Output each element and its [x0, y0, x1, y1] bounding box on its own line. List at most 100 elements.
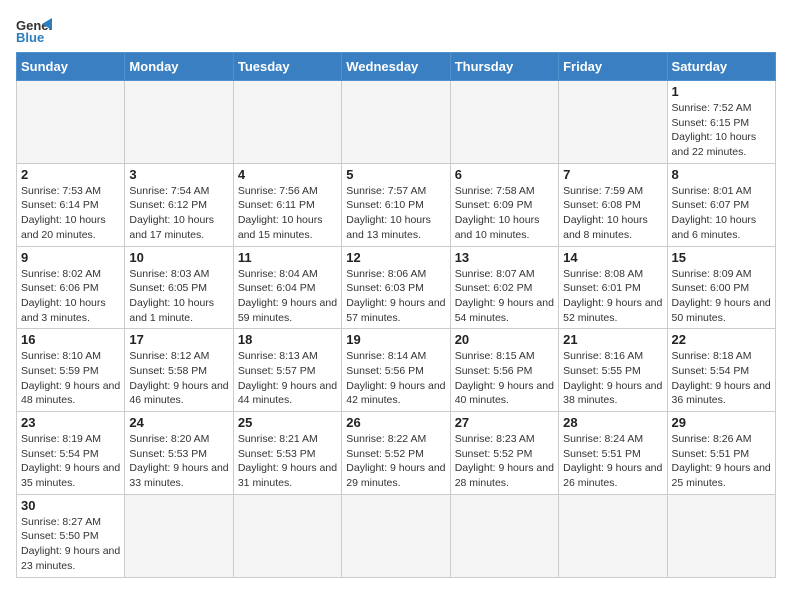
- calendar-cell: 5Sunrise: 7:57 AMSunset: 6:10 PMDaylight…: [342, 163, 450, 246]
- calendar-cell: 25Sunrise: 8:21 AMSunset: 5:53 PMDayligh…: [233, 412, 341, 495]
- day-number: 21: [563, 332, 662, 347]
- day-info: Sunrise: 8:04 AMSunset: 6:04 PMDaylight:…: [238, 267, 337, 326]
- day-number: 9: [21, 250, 120, 265]
- calendar-cell: 29 Sunrise: 8:26 AMSunset: 5:51 PMDayligh…: [667, 412, 775, 495]
- day-info: Sunrise: 8:01 AMSunset: 6:07 PMDaylight:…: [672, 184, 771, 243]
- day-info: Sunrise: 8:18 AMSunset: 5:54 PMDaylight:…: [672, 349, 771, 408]
- day-number: 6: [455, 167, 554, 182]
- day-info: Sunrise: 8:12 AMSunset: 5:58 PMDaylight:…: [129, 349, 228, 408]
- day-info: Sunrise: 7:59 AMSunset: 6:08 PMDaylight:…: [563, 184, 662, 243]
- calendar-cell: 30Sunrise: 8:27 AMSunset: 5:50 PMDayligh…: [17, 494, 125, 577]
- calendar-cell: [233, 81, 341, 164]
- day-number: 4: [238, 167, 337, 182]
- calendar-cell: 23 Sunrise: 8:19 AMSunset: 5:54 PMDayligh…: [17, 412, 125, 495]
- weekday-header-thursday: Thursday: [450, 53, 558, 81]
- calendar-week-row-5: 23 Sunrise: 8:19 AMSunset: 5:54 PMDayligh…: [17, 412, 776, 495]
- day-info: Sunrise: 7:53 AMSunset: 6:14 PMDaylight:…: [21, 184, 120, 243]
- day-number: 1: [672, 84, 771, 99]
- calendar-cell: 14 Sunrise: 8:08 AMSunset: 6:01 PMDayligh…: [559, 246, 667, 329]
- calendar-cell: [342, 494, 450, 577]
- calendar-cell: 20 Sunrise: 8:15 AMSunset: 5:56 PMDayligh…: [450, 329, 558, 412]
- day-info: Sunrise: 8:13 AMSunset: 5:57 PMDaylight:…: [238, 349, 337, 408]
- day-number: 29: [672, 415, 771, 430]
- day-number: 23: [21, 415, 120, 430]
- calendar-cell: 17 Sunrise: 8:12 AMSunset: 5:58 PMDayligh…: [125, 329, 233, 412]
- day-info: Sunrise: 8:07 AMSunset: 6:02 PMDaylight:…: [455, 267, 554, 326]
- day-number: 8: [672, 167, 771, 182]
- day-info: Sunrise: 8:23 AMSunset: 5:52 PMDaylight:…: [455, 432, 554, 491]
- day-info: Sunrise: 8:06 AMSunset: 6:03 PMDaylight:…: [346, 267, 445, 326]
- calendar-cell: 21 Sunrise: 8:16 AMSunset: 5:55 PMDayligh…: [559, 329, 667, 412]
- day-number: 15: [672, 250, 771, 265]
- calendar-week-row-4: 16 Sunrise: 8:10 AMSunset: 5:59 PMDayligh…: [17, 329, 776, 412]
- calendar-cell: 19 Sunrise: 8:14 AMSunset: 5:56 PMDayligh…: [342, 329, 450, 412]
- calendar-cell: 7Sunrise: 7:59 AMSunset: 6:08 PMDaylight…: [559, 163, 667, 246]
- calendar-cell: 15 Sunrise: 8:09 AMSunset: 6:00 PMDayligh…: [667, 246, 775, 329]
- day-number: 24: [129, 415, 228, 430]
- calendar-week-row-3: 9 Sunrise: 8:02 AMSunset: 6:06 PMDaylight…: [17, 246, 776, 329]
- calendar-cell: 27 Sunrise: 8:23 AMSunset: 5:52 PMDayligh…: [450, 412, 558, 495]
- day-info: Sunrise: 8:08 AMSunset: 6:01 PMDaylight:…: [563, 267, 662, 326]
- day-number: 16: [21, 332, 120, 347]
- calendar-cell: [233, 494, 341, 577]
- svg-text:Blue: Blue: [16, 30, 44, 44]
- weekday-header-tuesday: Tuesday: [233, 53, 341, 81]
- day-number: 14: [563, 250, 662, 265]
- calendar-cell: 6 Sunrise: 7:58 AMSunset: 6:09 PMDaylight…: [450, 163, 558, 246]
- day-number: 10: [129, 250, 228, 265]
- calendar-cell: 10 Sunrise: 8:03 AMSunset: 6:05 PMDayligh…: [125, 246, 233, 329]
- day-number: 27: [455, 415, 554, 430]
- day-info: Sunrise: 8:09 AMSunset: 6:00 PMDaylight:…: [672, 267, 771, 326]
- calendar-week-row-2: 2 Sunrise: 7:53 AMSunset: 6:14 PMDaylight…: [17, 163, 776, 246]
- calendar-week-row-1: 1Sunrise: 7:52 AMSunset: 6:15 PMDaylight…: [17, 81, 776, 164]
- calendar-cell: [559, 81, 667, 164]
- header: General Blue: [16, 16, 776, 44]
- weekday-header-wednesday: Wednesday: [342, 53, 450, 81]
- day-info: Sunrise: 7:58 AMSunset: 6:09 PMDaylight:…: [455, 184, 554, 243]
- day-number: 19: [346, 332, 445, 347]
- day-info: Sunrise: 8:14 AMSunset: 5:56 PMDaylight:…: [346, 349, 445, 408]
- calendar-cell: [450, 494, 558, 577]
- day-number: 2: [21, 167, 120, 182]
- day-info: Sunrise: 8:24 AMSunset: 5:51 PMDaylight:…: [563, 432, 662, 491]
- day-number: 26: [346, 415, 445, 430]
- day-info: Sunrise: 8:15 AMSunset: 5:56 PMDaylight:…: [455, 349, 554, 408]
- day-info: Sunrise: 8:26 AMSunset: 5:51 PMDaylight:…: [672, 432, 771, 491]
- day-info: Sunrise: 8:21 AMSunset: 5:53 PMDaylight:…: [238, 432, 337, 491]
- day-number: 13: [455, 250, 554, 265]
- day-number: 5: [346, 167, 445, 182]
- logo: General Blue: [16, 16, 58, 44]
- calendar-cell: 12 Sunrise: 8:06 AMSunset: 6:03 PMDayligh…: [342, 246, 450, 329]
- calendar-cell: 18 Sunrise: 8:13 AMSunset: 5:57 PMDayligh…: [233, 329, 341, 412]
- weekday-header-row: SundayMondayTuesdayWednesdayThursdayFrid…: [17, 53, 776, 81]
- day-info: Sunrise: 7:54 AMSunset: 6:12 PMDaylight:…: [129, 184, 228, 243]
- calendar-cell: 9 Sunrise: 8:02 AMSunset: 6:06 PMDaylight…: [17, 246, 125, 329]
- day-info: Sunrise: 8:16 AMSunset: 5:55 PMDaylight:…: [563, 349, 662, 408]
- weekday-header-saturday: Saturday: [667, 53, 775, 81]
- calendar-cell: [125, 494, 233, 577]
- calendar-cell: 8 Sunrise: 8:01 AMSunset: 6:07 PMDaylight…: [667, 163, 775, 246]
- day-info: Sunrise: 8:02 AMSunset: 6:06 PMDaylight:…: [21, 267, 120, 326]
- day-number: 18: [238, 332, 337, 347]
- calendar-cell: 26 Sunrise: 8:22 AMSunset: 5:52 PMDayligh…: [342, 412, 450, 495]
- day-info: Sunrise: 8:19 AMSunset: 5:54 PMDaylight:…: [21, 432, 120, 491]
- calendar-cell: 4 Sunrise: 7:56 AMSunset: 6:11 PMDaylight…: [233, 163, 341, 246]
- day-number: 22: [672, 332, 771, 347]
- day-info: Sunrise: 8:10 AMSunset: 5:59 PMDaylight:…: [21, 349, 120, 408]
- calendar-cell: [17, 81, 125, 164]
- day-number: 17: [129, 332, 228, 347]
- calendar-cell: 3Sunrise: 7:54 AMSunset: 6:12 PMDaylight…: [125, 163, 233, 246]
- calendar-cell: 13 Sunrise: 8:07 AMSunset: 6:02 PMDayligh…: [450, 246, 558, 329]
- day-info: Sunrise: 8:20 AMSunset: 5:53 PMDaylight:…: [129, 432, 228, 491]
- calendar-cell: [559, 494, 667, 577]
- day-number: 12: [346, 250, 445, 265]
- day-number: 20: [455, 332, 554, 347]
- day-info: Sunrise: 8:27 AMSunset: 5:50 PMDaylight:…: [21, 515, 120, 574]
- day-number: 28: [563, 415, 662, 430]
- weekday-header-friday: Friday: [559, 53, 667, 81]
- calendar-cell: [125, 81, 233, 164]
- day-info: Sunrise: 7:56 AMSunset: 6:11 PMDaylight:…: [238, 184, 337, 243]
- day-info: Sunrise: 8:22 AMSunset: 5:52 PMDaylight:…: [346, 432, 445, 491]
- day-info: Sunrise: 8:03 AMSunset: 6:05 PMDaylight:…: [129, 267, 228, 326]
- calendar-cell: [667, 494, 775, 577]
